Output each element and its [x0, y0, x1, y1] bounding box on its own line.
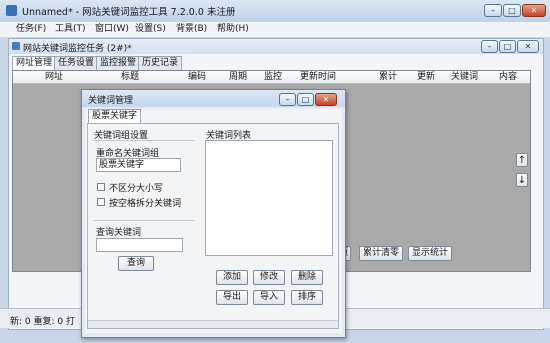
tab-history[interactable]: 历史记录: [138, 56, 183, 70]
split-by-space-checkbox[interactable]: [97, 198, 105, 206]
child-minimize-button[interactable]: –: [481, 40, 498, 53]
reset-total-button[interactable]: 累计清零: [359, 246, 403, 261]
menu-bar: 任务(F) 工具(T) 窗口(W) 设置(S) 背景(B) 帮助(H): [0, 22, 550, 37]
add-keyword-button[interactable]: 添加: [216, 270, 248, 285]
menu-task[interactable]: 任务(F): [16, 22, 46, 37]
column-period[interactable]: 周期: [229, 71, 247, 84]
child-maximize-button[interactable]: □: [499, 40, 516, 53]
dialog-body: 股票关键字 关键词组设置 重命名关键词组 股票关键字 不区分大小写 按空格拆分关…: [85, 109, 342, 333]
column-title[interactable]: 标题: [121, 71, 139, 84]
case-insensitive-checkbox[interactable]: [97, 183, 105, 191]
edit-keyword-button[interactable]: 修改: [253, 270, 285, 285]
sort-keyword-button[interactable]: 排序: [291, 290, 323, 305]
query-input[interactable]: [96, 238, 183, 252]
keyword-dialog: 关键词管理 – □ ✕ 股票关键字 关键词组设置 重命名关键词组 股票关键字 不…: [81, 89, 346, 338]
dialog-minimize-button[interactable]: –: [279, 93, 296, 106]
query-label: 查询关键词: [96, 228, 142, 238]
move-up-button[interactable]: ↑: [516, 153, 528, 167]
app-icon: [6, 5, 17, 16]
dialog-close-button[interactable]: ✕: [315, 93, 337, 106]
table-header: 网址 标题 编码 周期 监控 更新时间 累计 更新 关键词 内容: [13, 71, 530, 84]
column-update-time[interactable]: 更新时间: [300, 71, 336, 84]
column-monitor[interactable]: 监控: [264, 71, 282, 84]
menu-settings[interactable]: 设置(S): [135, 22, 166, 37]
child-tab-strip: 网址管理 任务设置 监控报警 历史记录: [12, 56, 312, 71]
task-icon: [12, 42, 20, 50]
dialog-maximize-button[interactable]: □: [297, 93, 314, 106]
tab-task-settings[interactable]: 任务设置: [54, 56, 99, 70]
minimize-button[interactable]: –: [484, 4, 502, 17]
export-keyword-button[interactable]: 导出: [216, 290, 248, 305]
keyword-list[interactable]: [205, 140, 333, 256]
main-window-title: Unnamed* - 网站关键词监控工具 7.2.0.0 未注册: [22, 7, 236, 18]
query-button[interactable]: 查询: [118, 256, 154, 271]
dialog-title-bar: 关键词管理 – □ ✕: [82, 90, 345, 107]
import-keyword-button[interactable]: 导入: [253, 290, 285, 305]
tab-url-management[interactable]: 网址管理: [12, 56, 57, 71]
move-down-button[interactable]: ↓: [516, 173, 528, 187]
case-insensitive-label: 不区分大小写: [109, 184, 164, 194]
child-title-bar: 网站关键词监控任务 (2#)* – □ ✕: [9, 39, 543, 54]
column-url[interactable]: 网址: [45, 71, 63, 84]
status-text: 新: 0 重复: 0 打: [10, 317, 75, 327]
dialog-scrollbar[interactable]: [88, 320, 338, 328]
show-stats-button[interactable]: 显示统计: [408, 246, 452, 261]
column-content[interactable]: 内容: [499, 71, 517, 84]
column-encoding[interactable]: 编码: [188, 71, 206, 84]
split-by-space-label: 按空格拆分关键词: [109, 199, 182, 209]
tab-monitor-alarm[interactable]: 监控报警: [96, 56, 141, 70]
rename-input[interactable]: 股票关键字: [96, 158, 181, 172]
delete-keyword-button[interactable]: 删除: [291, 270, 323, 285]
menu-tools[interactable]: 工具(T): [55, 22, 86, 37]
maximize-button[interactable]: □: [503, 4, 521, 17]
main-title-bar: Unnamed* - 网站关键词监控工具 7.2.0.0 未注册 – □ ✕: [0, 0, 550, 22]
column-keywords[interactable]: 关键词: [451, 71, 478, 84]
menu-background[interactable]: 背景(B): [176, 22, 207, 37]
child-close-button[interactable]: ✕: [517, 40, 539, 53]
query-divider: [94, 220, 194, 221]
menu-help[interactable]: 帮助(H): [217, 22, 249, 37]
column-updates[interactable]: 更新: [417, 71, 435, 84]
menu-window[interactable]: 窗口(W): [95, 22, 129, 37]
dialog-title: 关键词管理: [88, 96, 134, 106]
column-total[interactable]: 累计: [379, 71, 397, 84]
tab-content: 关键词组设置 重命名关键词组 股票关键字 不区分大小写 按空格拆分关键词 查询关…: [87, 123, 339, 329]
child-window-title: 网站关键词监控任务 (2#)*: [23, 44, 132, 54]
close-button[interactable]: ✕: [522, 4, 546, 17]
group-settings-divider: [94, 140, 194, 141]
tab-stock-keywords[interactable]: 股票关键字: [88, 109, 142, 124]
